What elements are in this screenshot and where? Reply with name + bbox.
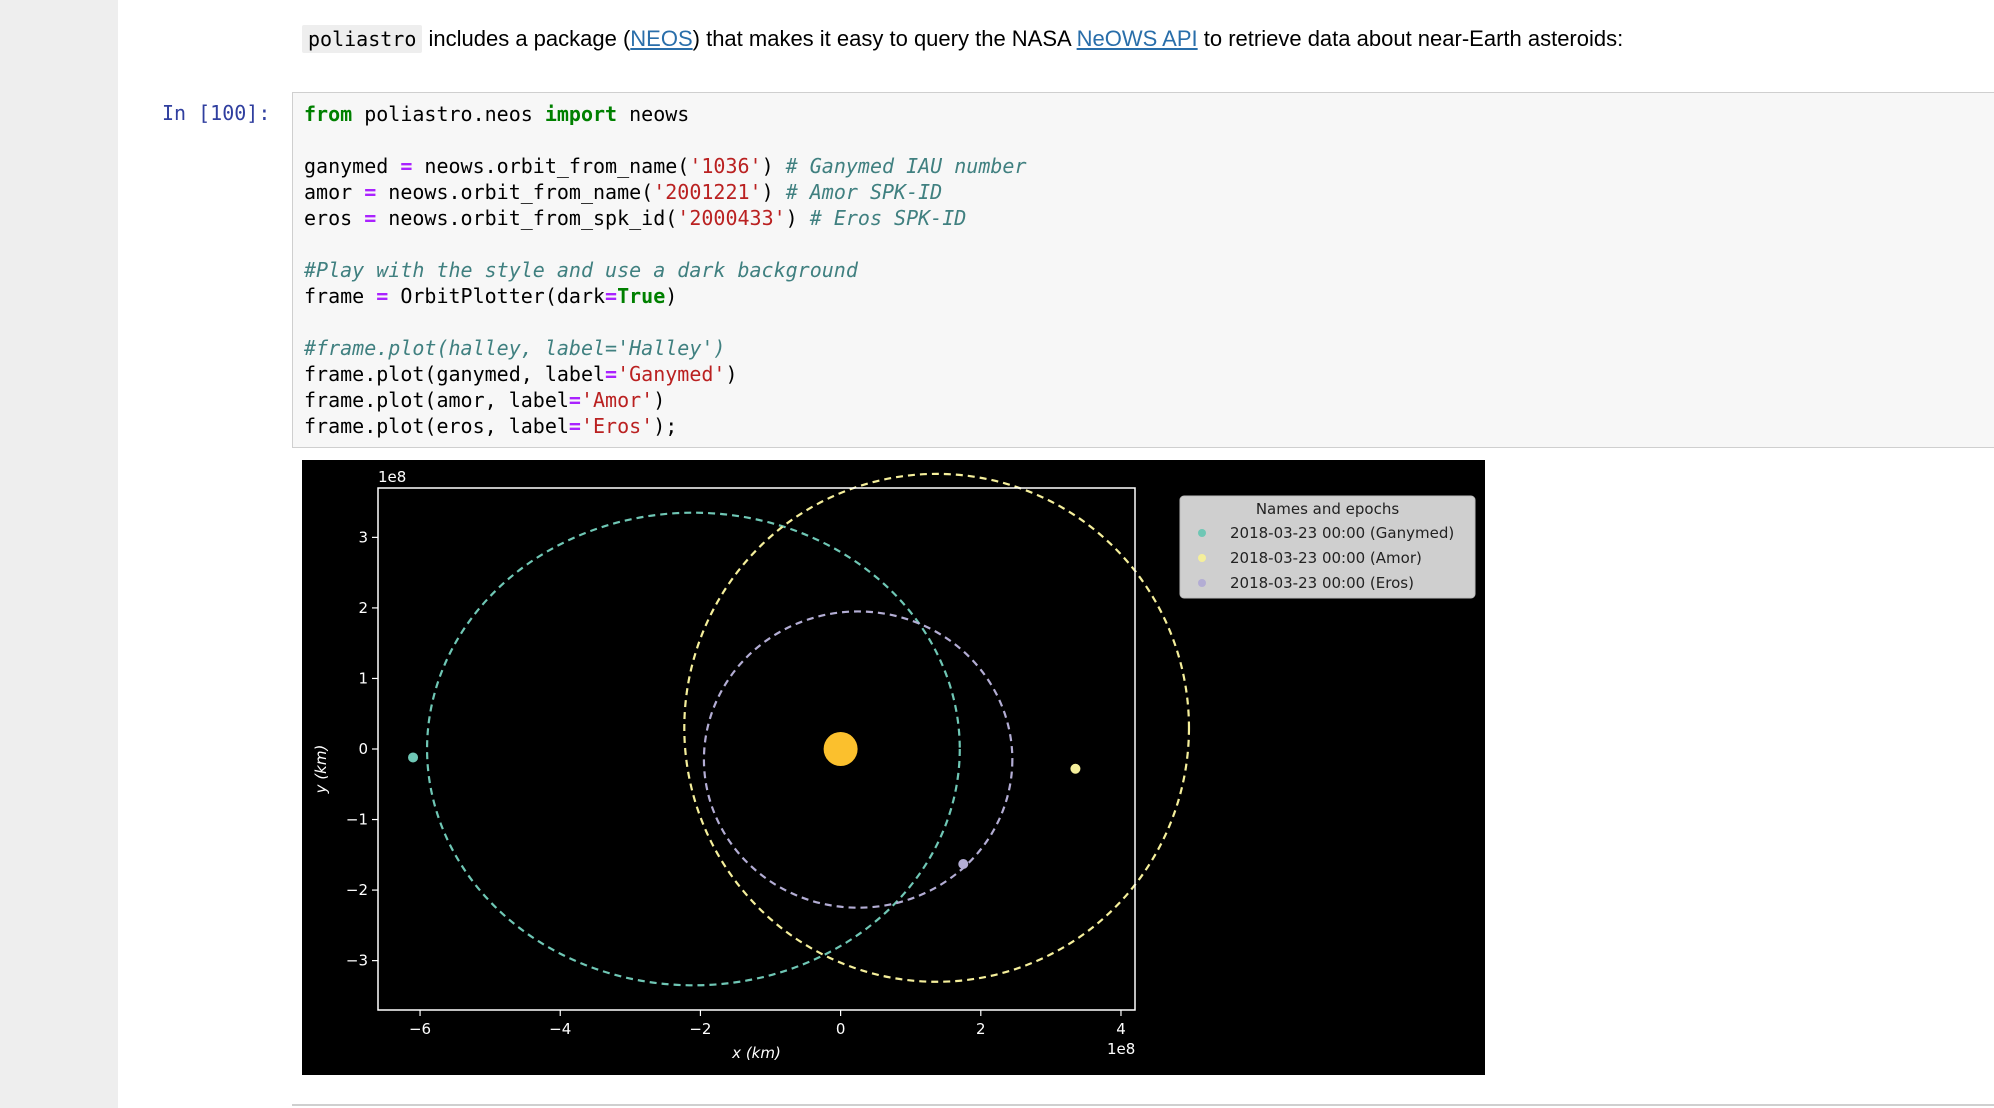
body-position-marker-2 bbox=[958, 858, 969, 869]
code-token: = bbox=[400, 154, 413, 178]
code-token: '2000433' bbox=[677, 206, 786, 230]
code-token: ) bbox=[725, 362, 738, 386]
code-token: frame.plot(ganymed, label bbox=[304, 362, 606, 386]
code-line: frame.plot(ganymed, label='Ganymed') bbox=[304, 361, 1027, 387]
code-token: = bbox=[568, 388, 581, 412]
y-tick-label: −2 bbox=[346, 881, 368, 899]
code-token: neows bbox=[617, 102, 690, 126]
y-tick-label: 1 bbox=[358, 669, 368, 687]
legend-entry-0: 2018-03-23 00:00 (Ganymed) bbox=[1230, 524, 1454, 542]
code-line: eros = neows.orbit_from_spk_id('2000433'… bbox=[304, 205, 1027, 231]
code-token: ganymed bbox=[304, 154, 401, 178]
body-position-marker-0 bbox=[408, 752, 419, 763]
y-scale-label: 1e8 bbox=[378, 468, 406, 486]
notebook-left-gutter bbox=[0, 0, 118, 1108]
code-token: # Ganymed IAU number bbox=[785, 154, 1027, 178]
code-token: frame.plot(amor, label bbox=[304, 388, 569, 412]
code-token: 'Ganymed' bbox=[617, 362, 726, 386]
code-token: = bbox=[364, 180, 377, 204]
x-tick-label: 4 bbox=[1116, 1020, 1126, 1038]
input-prompt: In [100]: bbox=[162, 101, 271, 125]
code-token: frame bbox=[304, 284, 377, 308]
code-token: eros bbox=[304, 206, 365, 230]
code-token: #frame.plot(halley, label='Halley') bbox=[304, 336, 726, 360]
legend-marker-1 bbox=[1198, 554, 1206, 562]
inline-code-poliastro: poliastro bbox=[302, 25, 423, 53]
neos-link[interactable]: NEOS bbox=[630, 26, 692, 51]
y-tick-label: −3 bbox=[346, 952, 368, 970]
code-token: 'Eros' bbox=[580, 414, 654, 438]
code-token: '1036' bbox=[689, 154, 762, 178]
code-token: ); bbox=[653, 414, 678, 438]
code-token: neows.orbit_from_name( bbox=[412, 154, 690, 178]
markdown-text-part-1: includes a package ( bbox=[422, 26, 631, 51]
x-scale-label: 1e8 bbox=[1107, 1040, 1135, 1058]
code-line: #Play with the style and use a dark back… bbox=[304, 257, 1027, 283]
code-line: #frame.plot(halley, label='Halley') bbox=[304, 335, 1027, 361]
code-token: #Play with the style and use a dark back… bbox=[304, 258, 858, 282]
legend-entry-2: 2018-03-23 00:00 (Eros) bbox=[1230, 574, 1414, 592]
code-line: amor = neows.orbit_from_name('2001221') … bbox=[304, 179, 1027, 205]
legend-marker-2 bbox=[1198, 579, 1206, 587]
code-token: = bbox=[364, 206, 377, 230]
code-line: frame.plot(eros, label='Eros'); bbox=[304, 413, 1027, 439]
code-block[interactable]: from poliastro.neos import neows ganymed … bbox=[304, 101, 1027, 439]
code-line: from poliastro.neos import neows bbox=[304, 101, 1027, 127]
code-token: ) bbox=[665, 284, 678, 308]
code-token: OrbitPlotter(dark bbox=[388, 284, 606, 308]
legend-marker-0 bbox=[1198, 529, 1206, 537]
x-tick-label: 2 bbox=[976, 1020, 986, 1038]
code-token: ) bbox=[761, 154, 786, 178]
y-tick-label: 0 bbox=[358, 740, 368, 758]
code-token: neows.orbit_from_spk_id( bbox=[376, 206, 678, 230]
code-token: = bbox=[605, 362, 618, 386]
x-tick-label: −4 bbox=[549, 1020, 571, 1038]
code-line: ganymed = neows.orbit_from_name('1036') … bbox=[304, 153, 1027, 179]
code-token: from bbox=[304, 102, 353, 126]
code-token: amor bbox=[304, 180, 365, 204]
body-position-marker-1 bbox=[1070, 763, 1081, 774]
y-tick-label: −1 bbox=[346, 811, 368, 829]
code-token: ) bbox=[761, 180, 786, 204]
y-tick-label: 2 bbox=[358, 599, 368, 617]
code-token: frame.plot(eros, label bbox=[304, 414, 569, 438]
x-axis-label: x (km) bbox=[731, 1044, 781, 1062]
legend-entry-1: 2018-03-23 00:00 (Amor) bbox=[1230, 549, 1422, 567]
code-token: # Eros SPK-ID bbox=[809, 206, 967, 230]
code-token: '2001221' bbox=[653, 180, 762, 204]
x-tick-label: 0 bbox=[836, 1020, 846, 1038]
markdown-text-part-2: ) that makes it easy to query the NASA bbox=[692, 26, 1077, 51]
code-token: = bbox=[605, 284, 618, 308]
code-token: 'Amor' bbox=[580, 388, 654, 412]
code-line: frame.plot(amor, label='Amor') bbox=[304, 387, 1027, 413]
code-token: poliastro.neos bbox=[352, 102, 545, 126]
code-token: ) bbox=[653, 388, 666, 412]
code-token: import bbox=[544, 102, 618, 126]
markdown-cell: poliastro includes a package (NEOS) that… bbox=[302, 25, 1624, 53]
code-token: # Amor SPK-ID bbox=[785, 180, 943, 204]
next-cell-border bbox=[292, 1104, 1994, 1106]
y-tick-label: 3 bbox=[358, 528, 368, 546]
x-tick-label: −2 bbox=[689, 1020, 711, 1038]
code-token: = bbox=[568, 414, 581, 438]
legend-title: Names and epochs bbox=[1256, 500, 1400, 518]
code-token: True bbox=[617, 284, 666, 308]
orbit-plot: −6 −4 −2 0 2 4 3 2 1 0 −1 −2 −3 1e8 1e8 x (km) y (km) Nam… bbox=[302, 460, 1485, 1075]
code-token: = bbox=[376, 284, 389, 308]
y-axis-label: y (km) bbox=[312, 745, 330, 795]
neows-api-link[interactable]: NeOWS API bbox=[1077, 26, 1198, 51]
sun-marker bbox=[823, 732, 858, 766]
code-token: neows.orbit_from_name( bbox=[376, 180, 654, 204]
x-tick-label: −6 bbox=[409, 1020, 431, 1038]
code-token: ) bbox=[785, 206, 810, 230]
code-line: frame = OrbitPlotter(dark=True) bbox=[304, 283, 1027, 309]
markdown-text-part-3: to retrieve data about near-Earth astero… bbox=[1197, 26, 1624, 51]
